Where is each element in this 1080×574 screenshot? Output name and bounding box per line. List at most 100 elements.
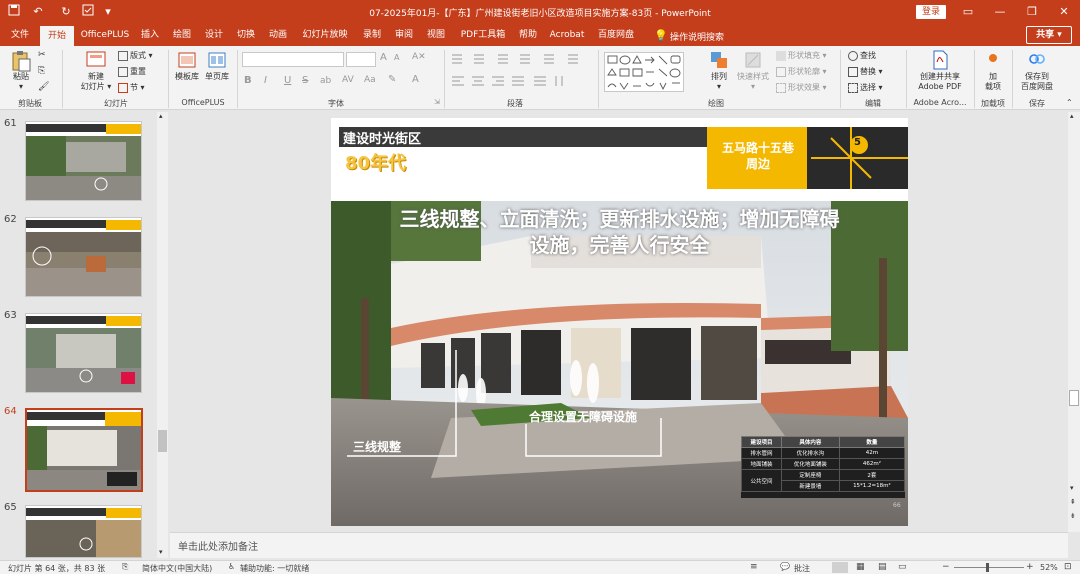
tell-me-search[interactable]: 操作说明搜索 — [670, 30, 724, 43]
slide-scrollbar[interactable]: ▴ ▾ ⇞ ⇟ — [1068, 112, 1080, 532]
accessibility-status[interactable]: 辅助功能: 一切就绪 — [240, 563, 309, 574]
new-slide-button[interactable]: 新建 幻灯片 ▾ — [78, 50, 114, 92]
new-slide-label: 新建 幻灯片 — [80, 72, 105, 91]
comments-button[interactable]: 批注 — [794, 563, 810, 574]
save-baidu-button[interactable]: 保存到 百度网盘 — [1016, 50, 1058, 92]
tab-insert[interactable]: 插入 — [136, 24, 164, 46]
fit-slide-icon[interactable]: ⊡ — [1064, 562, 1072, 572]
create-share-pdf-button[interactable]: 创建并共享 Adobe PDF — [910, 50, 970, 92]
replace-button[interactable]: 替换 ▾ — [848, 66, 883, 78]
slide-thumbnail-63[interactable] — [25, 313, 142, 393]
layout-button[interactable]: 版式 ▾ — [118, 50, 153, 62]
tab-baidu[interactable]: 百度网盘 — [592, 24, 640, 46]
slide-thumbnail-65[interactable] — [25, 505, 142, 558]
zoom-in-icon[interactable]: + — [1026, 562, 1034, 572]
zoom-slider[interactable] — [954, 567, 1024, 568]
paste-button[interactable]: 粘贴 ▾ — [6, 50, 36, 92]
table-cell: 新建景墙 — [781, 480, 840, 492]
tab-acrobat[interactable]: Acrobat — [546, 24, 588, 46]
notes-pane[interactable] — [170, 532, 1068, 558]
arrange-button[interactable]: 排列 ▾ — [704, 50, 734, 92]
reading-view-icon[interactable]: ▤ — [878, 562, 887, 572]
format-painter-icon[interactable]: 🖌 — [38, 82, 49, 92]
select-button[interactable]: 选择 ▾ — [848, 82, 883, 94]
slide-thumbnail-64-selected[interactable] — [25, 408, 143, 492]
font-dialog-launcher-icon[interactable]: ⇲ — [434, 98, 440, 106]
font-size-select[interactable] — [346, 52, 376, 67]
quick-styles-button[interactable]: 快速样式 ▾ — [734, 50, 772, 92]
strikethrough-button[interactable]: S — [302, 75, 308, 86]
slide-location: 五马路十五巷 周边 — [721, 141, 794, 171]
decrease-font-icon[interactable]: A — [394, 53, 399, 62]
char-spacing-icon[interactable]: AV — [342, 75, 354, 85]
minimize-button[interactable]: — — [988, 3, 1012, 21]
notes-placeholder[interactable]: 单击此处添加备注 — [178, 538, 258, 553]
tab-transitions[interactable]: 切换 — [232, 24, 260, 46]
shape-fill-button[interactable]: 形状填充 ▾ — [776, 50, 827, 62]
bold-button[interactable]: B — [244, 75, 252, 86]
slide-canvas[interactable]: 建设时光街区 80年代 五马路十五巷 周边 5 三线规整、立面清洗；更新排水设施… — [331, 118, 908, 526]
tab-help[interactable]: 帮助 — [514, 24, 542, 46]
clear-format-icon[interactable]: A✕ — [412, 52, 426, 62]
next-slide-icon[interactable]: ⇟ — [1070, 512, 1076, 520]
scroll-down-icon[interactable]: ▾ — [159, 548, 163, 556]
section-button[interactable]: 节 ▾ — [118, 82, 145, 94]
tab-animations[interactable]: 动画 — [264, 24, 292, 46]
font-name-select[interactable] — [242, 52, 344, 67]
tab-file[interactable]: 文件 — [4, 24, 36, 46]
slide-thumbnail-61[interactable] — [25, 121, 142, 201]
cut-icon[interactable]: ✂ — [38, 50, 46, 60]
thumbnails-scrollbar[interactable]: ▴ ▾ — [157, 112, 168, 558]
zoom-slider-thumb[interactable] — [986, 563, 989, 572]
shapes-gallery[interactable] — [604, 52, 684, 92]
tab-officeplus[interactable]: OfficePLUS — [78, 24, 132, 46]
tab-slideshow[interactable]: 幻灯片放映 — [296, 24, 354, 46]
slide-header: 建设时光街区 — [343, 132, 422, 147]
tab-draw[interactable]: 绘图 — [168, 24, 196, 46]
highlight-icon[interactable]: ✎ — [388, 74, 396, 85]
font-color-icon[interactable]: A — [412, 74, 419, 85]
thumbnails-scroll-thumb[interactable] — [158, 430, 167, 452]
language-indicator[interactable]: 简体中文(中国大陆) — [142, 563, 212, 574]
notes-icon[interactable]: ≡ — [750, 562, 758, 572]
single-page-library-button[interactable]: 单页库 — [202, 50, 232, 82]
copy-icon[interactable]: ⎘ — [38, 66, 45, 76]
slide-sorter-icon[interactable]: ▦ — [856, 562, 865, 572]
ribbon-display-icon[interactable]: ▭ — [956, 3, 980, 21]
find-button[interactable]: 查找 — [848, 50, 876, 62]
zoom-out-icon[interactable]: − — [942, 562, 950, 572]
tab-record[interactable]: 录制 — [358, 24, 386, 46]
tab-design[interactable]: 设计 — [200, 24, 228, 46]
reset-button[interactable]: 重置 — [118, 66, 146, 78]
italic-button[interactable]: I — [264, 75, 267, 86]
increase-font-icon[interactable]: A — [380, 52, 387, 63]
shape-outline-button[interactable]: 形状轮廓 ▾ — [776, 66, 827, 78]
tab-review[interactable]: 审阅 — [390, 24, 418, 46]
collapse-ribbon-icon[interactable]: ⌃ — [1066, 98, 1073, 107]
template-library-button[interactable]: 模板库 — [172, 50, 202, 82]
normal-view-icon[interactable] — [832, 562, 848, 573]
maximize-button[interactable]: ❐ — [1020, 3, 1044, 21]
tab-pdf-toolbox[interactable]: PDF工具箱 — [454, 24, 512, 46]
zoom-level[interactable]: 52% — [1040, 563, 1058, 572]
shadow-button[interactable]: ab — [320, 76, 331, 86]
slide-scroll-thumb[interactable] — [1069, 390, 1079, 406]
tab-view[interactable]: 视图 — [422, 24, 450, 46]
slide-thumbnail-62[interactable] — [25, 217, 142, 297]
previous-slide-icon[interactable]: ⇞ — [1070, 498, 1076, 506]
scroll-up-icon[interactable]: ▴ — [1070, 112, 1074, 120]
shape-effects-button[interactable]: 形状效果 ▾ — [776, 82, 827, 94]
scroll-down-icon[interactable]: ▾ — [1070, 484, 1074, 492]
close-button[interactable]: ✕ — [1052, 3, 1076, 21]
comments-icon[interactable]: 💬 — [780, 562, 790, 571]
paste-label: 粘贴 — [13, 72, 29, 81]
share-button[interactable]: 共享 ▾ — [1026, 26, 1072, 44]
addins-button[interactable]: 加 载项 — [978, 50, 1008, 92]
spellcheck-icon[interactable]: ⎘ — [122, 562, 128, 572]
login-button[interactable]: 登录 — [916, 5, 946, 19]
underline-button[interactable]: U — [284, 75, 291, 86]
tab-home[interactable]: 开始 — [40, 26, 74, 46]
scroll-up-icon[interactable]: ▴ — [159, 112, 163, 120]
slideshow-icon[interactable]: ▭ — [898, 562, 907, 572]
change-case-icon[interactable]: Aa — [364, 75, 376, 85]
